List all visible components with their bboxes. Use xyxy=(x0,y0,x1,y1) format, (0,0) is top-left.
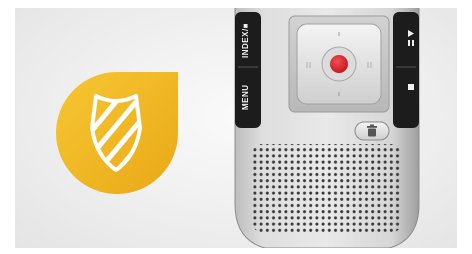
voice-recorder xyxy=(234,8,420,248)
product-feature-card: INDEX/■ MENU xyxy=(15,8,457,248)
record-button[interactable] xyxy=(321,46,357,82)
stop-icon[interactable] xyxy=(408,84,414,90)
record-dot-icon xyxy=(330,55,348,73)
delete-button[interactable] xyxy=(354,121,390,141)
right-button-strip xyxy=(393,12,419,128)
trash-icon xyxy=(367,124,377,137)
protection-badge xyxy=(56,72,178,194)
menu-label: MENU xyxy=(241,84,250,110)
index-label: INDEX/■ xyxy=(241,22,250,58)
speaker-grille xyxy=(253,144,401,232)
